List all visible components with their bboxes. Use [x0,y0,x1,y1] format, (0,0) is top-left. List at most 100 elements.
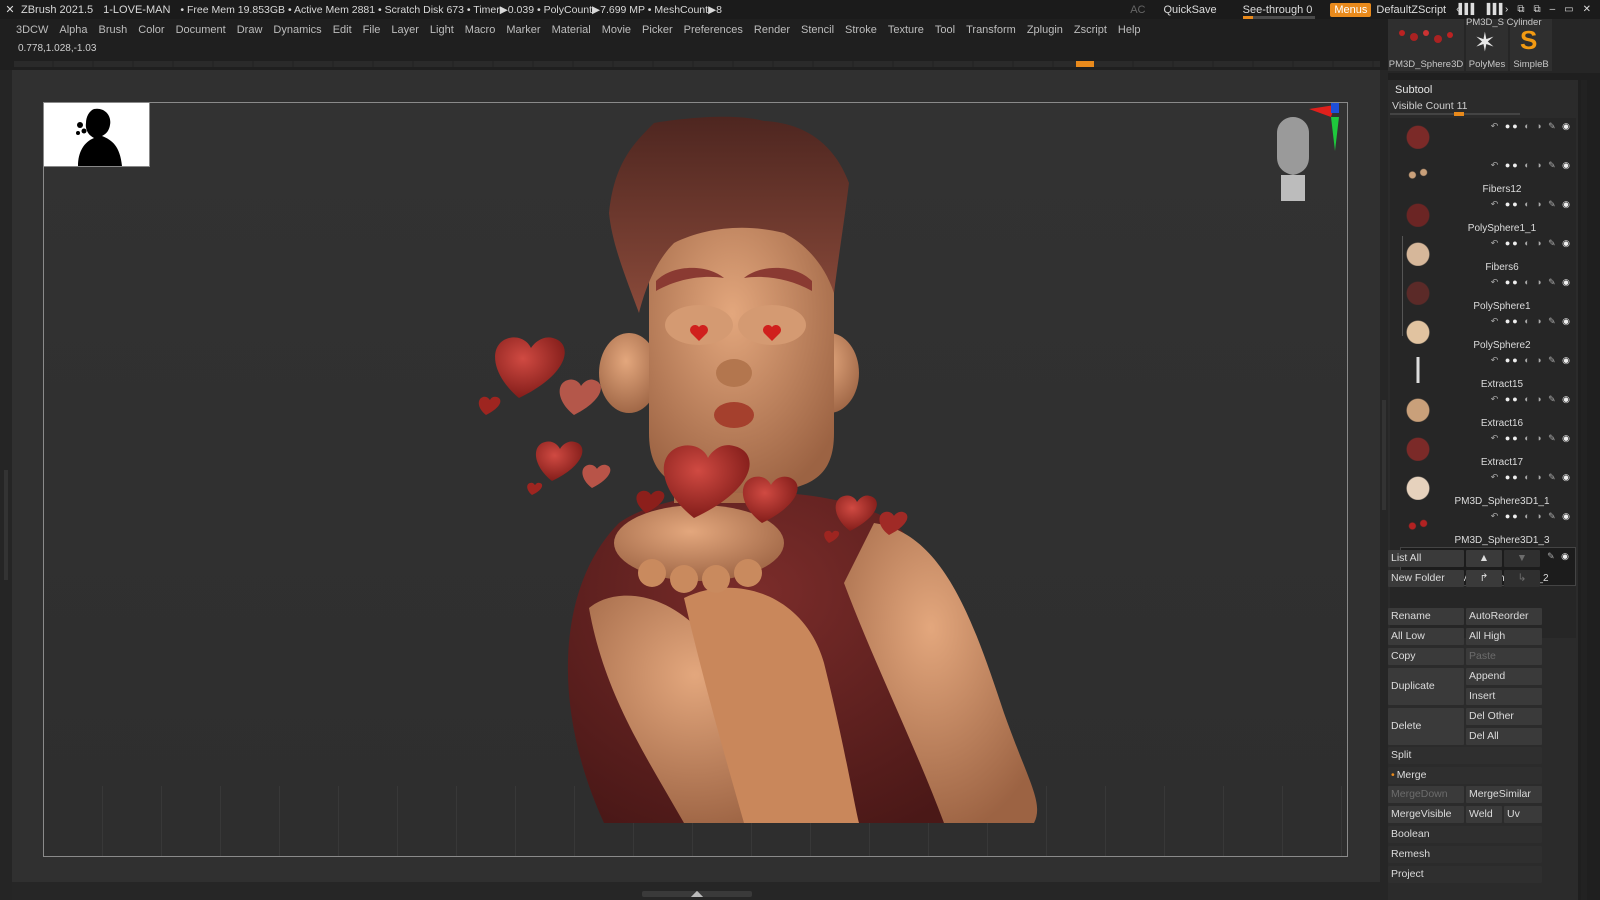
subtool-toggles-icon[interactable]: ↶ ●● ◐ ◑ ✎ ◉ [1491,472,1572,483]
subtool-item[interactable]: ↶ ●● ◐ ◑ ✎ ◉ Extract17 [1400,430,1576,469]
menu-macro[interactable]: Macro [465,24,496,36]
navigation-thumbnail[interactable] [44,103,150,167]
subtool-toggles-icon[interactable]: ↶ ●● ◐ ◑ ✎ ◉ [1491,355,1572,366]
menu-dynamics[interactable]: Dynamics [273,24,321,36]
menu-file[interactable]: File [363,24,381,36]
character-model[interactable] [44,103,1348,857]
paste-button[interactable]: Paste [1466,648,1542,665]
menu-edit[interactable]: Edit [333,24,352,36]
subtool-item[interactable]: ↶ ●● ◐ ◑ ✎ ◉ PM3D_Sphere3D1_3 [1400,508,1576,547]
merge-visible-button[interactable]: MergeVisible [1388,806,1464,823]
bottom-tray-handle[interactable]: ◢◣ [642,890,752,898]
menu-brush[interactable]: Brush [99,24,128,36]
menu-transform[interactable]: Transform [966,24,1016,36]
layout-slider-2-icon[interactable]: ▌▌▌› [1487,4,1509,15]
menu-light[interactable]: Light [430,24,454,36]
subtool-item[interactable]: ↶ ●● ◐ ◑ ✎ ◉ PolySphere1 [1400,274,1576,313]
subtool-toggles-icon[interactable]: ↶ ●● ◐ ◑ ✎ ◉ [1491,316,1572,327]
tool-thumb-pm3d[interactable]: PM3D_Sphere3D [1388,19,1464,71]
subtool-toggles-icon[interactable]: ↶ ●● ◐ ◑ ✎ ◉ [1491,121,1572,132]
merge-section[interactable]: • Merge [1388,767,1542,784]
menu-marker[interactable]: Marker [506,24,540,36]
menu-tool[interactable]: Tool [935,24,955,36]
menu-picker[interactable]: Picker [642,24,673,36]
menu-material[interactable]: Material [552,24,591,36]
project-section[interactable]: Project [1388,866,1542,883]
menus-toggle[interactable]: Menus [1330,2,1372,17]
menu-document[interactable]: Document [176,24,226,36]
left-tray-handle[interactable] [4,470,8,580]
boolean-section[interactable]: Boolean [1388,826,1542,843]
menu-texture[interactable]: Texture [888,24,924,36]
merge-similar-button[interactable]: MergeSimilar [1466,786,1542,803]
menu-color[interactable]: Color [138,24,164,36]
duplicate-button[interactable]: Duplicate [1388,668,1464,705]
subtool-item[interactable]: ↶ ●● ◐ ◑ ✎ ◉ PolySphere2 [1400,313,1576,352]
menu-3dcw[interactable]: 3DCW [16,24,48,36]
default-zscript-button[interactable]: DefaultZScript [1376,4,1446,16]
subtool-item[interactable]: ↶ ●● ◐ ◑ ✎ ◉ PolySphere1_1 [1400,196,1576,235]
menu-render[interactable]: Render [754,24,790,36]
layout-slider-icon[interactable]: ‹▌▌▌ [1456,4,1478,15]
quicksave-button[interactable]: QuickSave [1163,4,1216,16]
menu-draw[interactable]: Draw [237,24,263,36]
weld-button[interactable]: Weld [1466,806,1502,823]
move-down-icon[interactable]: ▼ [1504,550,1540,567]
subtool-toggles-icon[interactable]: ↶ ●● ◐ ◑ ✎ ◉ [1491,160,1572,171]
delete-button[interactable]: Delete [1388,708,1464,745]
menu-help[interactable]: Help [1118,24,1141,36]
menu-stencil[interactable]: Stencil [801,24,834,36]
subtool-toggles-icon[interactable]: ↶ ●● ◐ ◑ ✎ ◉ [1491,238,1572,249]
subtool-item[interactable]: ↶ ●● ◐ ◑ ✎ ◉ Fibers6 [1400,235,1576,274]
subtool-toggles-icon[interactable]: ↶ ●● ◐ ◑ ✎ ◉ [1491,394,1572,405]
move-up-icon[interactable]: ▲ [1466,550,1502,567]
split-section[interactable]: Split [1388,747,1542,764]
all-high-button[interactable]: All High [1466,628,1542,645]
auto-reorder-button[interactable]: AutoReorder [1466,608,1542,625]
menu-alpha[interactable]: Alpha [59,24,87,36]
panel-scrollbar[interactable] [1581,80,1587,900]
subtool-item[interactable]: ↶ ●● ◐ ◑ ✎ ◉ [1400,118,1576,157]
subtool-item[interactable]: ↶ ●● ◐ ◑ ✎ ◉ Extract15 [1400,352,1576,391]
uv-button[interactable]: Uv [1504,806,1542,823]
remesh-section[interactable]: Remesh [1388,846,1542,863]
timeline-track[interactable] [14,61,1380,67]
list-all-button[interactable]: List All [1388,550,1464,567]
subtool-title[interactable]: Subtool [1395,84,1432,96]
subtool-toggles-icon[interactable]: ↶ ●● ◐ ◑ ✎ ◉ [1491,511,1572,522]
timeline-marker[interactable] [1076,61,1094,67]
menu-movie[interactable]: Movie [602,24,631,36]
menu-stroke[interactable]: Stroke [845,24,877,36]
right-tray-handle[interactable] [1382,400,1386,510]
popup-icon[interactable]: ⧉ [1533,4,1540,15]
subtool-item[interactable]: ↶ ●● ◐ ◑ ✎ ◉ Extract16 [1400,391,1576,430]
folder-arrow-2-icon[interactable]: ↳ [1504,570,1540,587]
subtool-item[interactable]: ↶ ●● ◐ ◑ ✎ ◉ Fibers12 [1400,157,1576,196]
hide-panels-icon[interactable]: ⧉ [1517,4,1524,15]
new-folder-button[interactable]: New Folder [1388,570,1464,587]
append-button[interactable]: Append [1466,668,1542,685]
subtool-toggles-icon[interactable]: ↶ ●● ◐ ◑ ✎ ◉ [1491,199,1572,210]
visible-count-slider[interactable]: Visible Count 11 [1390,100,1572,116]
menu-layer[interactable]: Layer [391,24,419,36]
rename-button[interactable]: Rename [1388,608,1464,625]
del-all-button[interactable]: Del All [1466,728,1542,745]
menu-zplugin[interactable]: Zplugin [1027,24,1063,36]
orientation-gizmo[interactable] [1269,103,1339,213]
see-through-slider[interactable]: See-through 0 [1242,4,1315,19]
subtool-item[interactable]: ↶ ●● ◐ ◑ ✎ ◉ PM3D_Sphere3D1_1 [1400,469,1576,508]
close-icon[interactable]: ✕ [1583,4,1591,15]
subtool-toggles-icon[interactable]: ↶ ●● ◐ ◑ ✎ ◉ [1491,277,1572,288]
document-canvas[interactable] [43,102,1348,857]
copy-button[interactable]: Copy [1388,648,1464,665]
menu-preferences[interactable]: Preferences [684,24,743,36]
del-other-button[interactable]: Del Other [1466,708,1542,725]
subtool-toggles-icon[interactable]: ↶ ●● ◐ ◑ ✎ ◉ [1491,433,1572,444]
minimize-icon[interactable]: – [1550,4,1555,15]
all-low-button[interactable]: All Low [1388,628,1464,645]
menu-zscript[interactable]: Zscript [1074,24,1107,36]
folder-arrow-icon[interactable]: ↱ [1466,570,1502,587]
insert-button[interactable]: Insert [1466,688,1542,705]
maximize-icon[interactable]: ▭ [1564,4,1574,15]
ac-button[interactable]: AC [1130,4,1145,16]
